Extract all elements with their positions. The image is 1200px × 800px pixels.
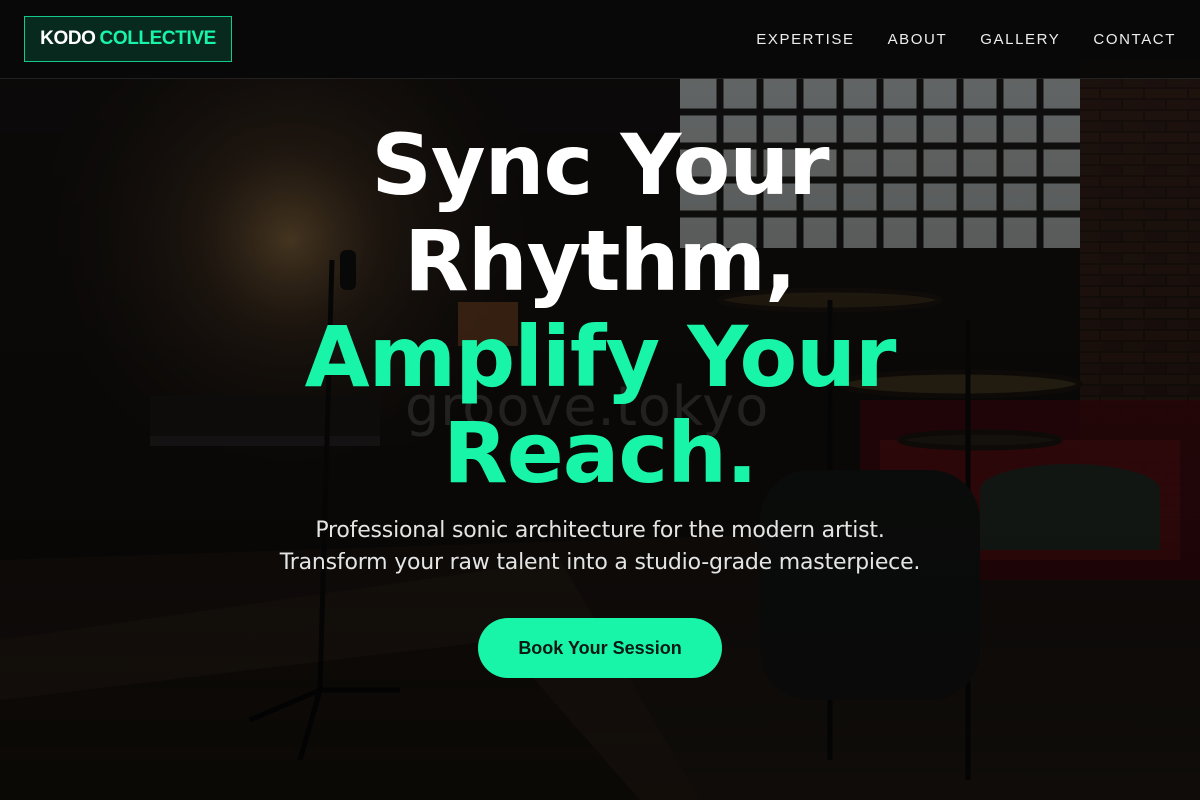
- headline-line-2: Rhythm,: [404, 212, 797, 310]
- hero-section: Sync Your Rhythm, Amplify Your Reach. Pr…: [0, 79, 1200, 678]
- headline-line-4: Reach.: [443, 404, 758, 502]
- nav-link-contact[interactable]: CONTACT: [1093, 31, 1176, 48]
- headline-line-1: Sync Your: [371, 116, 829, 214]
- subtitle-line-1: Professional sonic architecture for the …: [315, 518, 885, 543]
- hero-subtitle: Professional sonic architecture for the …: [0, 515, 1200, 579]
- headline-line-3: Amplify Your: [304, 308, 897, 406]
- hero-headline: Sync Your Rhythm, Amplify Your Reach.: [0, 117, 1200, 501]
- subtitle-line-2: Transform your raw talent into a studio-…: [279, 550, 921, 575]
- nav-link-about[interactable]: ABOUT: [888, 31, 948, 48]
- nav-link-expertise[interactable]: EXPERTISE: [756, 31, 854, 48]
- main-nav: EXPERTISE ABOUT GALLERY CONTACT: [756, 0, 1176, 79]
- site-header: KODO COLLECTIVE EXPERTISE ABOUT GALLERY …: [0, 0, 1200, 79]
- nav-link-gallery[interactable]: GALLERY: [980, 31, 1060, 48]
- brand-name-primary: KODO: [40, 28, 96, 49]
- book-session-button[interactable]: Book Your Session: [478, 618, 722, 678]
- brand-logo[interactable]: KODO COLLECTIVE: [24, 16, 232, 62]
- brand-name-accent: COLLECTIVE: [99, 28, 217, 49]
